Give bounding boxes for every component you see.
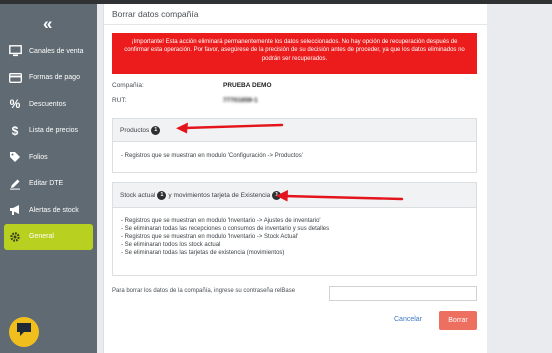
sidebar-item-label: Lista de precios — [29, 127, 79, 135]
sidebar-item-label: Alertas de stock — [29, 206, 79, 214]
stock-description: - Registros que se muestran en modulo 'I… — [113, 208, 476, 257]
productos-header: Productos 1 — [113, 119, 476, 142]
warning-alert: ¡Importante! Esta acción eliminará perma… — [112, 33, 477, 74]
company-label: Compañía: — [112, 82, 144, 89]
cancel-button[interactable]: Cancelar — [394, 316, 422, 323]
dollar-icon: $ — [11, 123, 19, 138]
list-item: - Se eliminaran todas las tarjetas de ex… — [121, 250, 285, 256]
sidebar-item-editar-dte[interactable]: Editar DTE — [0, 171, 97, 198]
sidebar-item-label: Canales de venta — [29, 47, 84, 55]
sidebar-item-descuentos[interactable]: % Descuentos — [0, 91, 97, 118]
rut-value: 77701659-1 — [223, 97, 258, 104]
monitor-icon — [8, 44, 22, 58]
annotation-arrow — [176, 122, 284, 134]
sidebar-item-canales-de-venta[interactable]: Canales de venta — [0, 38, 97, 65]
sidebar-item-folios[interactable]: Folios — [0, 144, 97, 171]
productos-title: Productos — [120, 126, 150, 134]
list-item: - Se eliminaran todos los stock actual — [121, 242, 221, 248]
rut-label: RUT: — [112, 97, 127, 104]
sidebar-item-label: Editar DTE — [29, 180, 64, 188]
stock-title-a: Stock actual — [120, 191, 156, 199]
productos-section: Productos 1 - Registros que se muestran … — [112, 118, 477, 173]
percent-icon: % — [9, 97, 21, 112]
gear-icon — [8, 230, 22, 244]
chat-icon — [16, 322, 32, 342]
list-item: - Registros que se muestran en modulo 'I… — [121, 234, 299, 240]
password-input[interactable] — [329, 286, 477, 301]
delete-company-data-panel: Borrar datos compañía ¡Importante! Esta … — [103, 4, 488, 353]
edit-icon — [8, 177, 22, 191]
tag-icon — [8, 150, 22, 164]
page-title: Borrar datos compañía — [112, 9, 199, 19]
sidebar-item-general[interactable]: General — [4, 223, 93, 250]
company-value: PRUEBA DEMO — [223, 82, 272, 89]
megaphone-icon — [8, 203, 22, 217]
sidebar-item-label: General — [29, 233, 54, 241]
collapse-sidebar-button[interactable]: « — [43, 14, 53, 34]
list-item: - Se eliminaran todas las recepciones o … — [121, 226, 330, 232]
divider — [104, 24, 488, 25]
credit-card-icon — [8, 71, 22, 85]
productos-description: - Registros que se muestran en modulo 'C… — [113, 142, 476, 160]
list-item: - Registros que se muestran en modulo 'I… — [121, 218, 321, 224]
sidebar: « Canales de venta Formas de pago % Desc… — [0, 4, 97, 353]
stock-title-b: y movimientos tarjeta de Existencia — [168, 191, 271, 199]
page-background — [487, 4, 552, 353]
sidebar-nav: Canales de venta Formas de pago % Descue… — [0, 38, 97, 250]
sidebar-item-label: Formas de pago — [29, 74, 80, 82]
list-item: - Registros que se muestran en modulo 'C… — [121, 153, 303, 159]
delete-button[interactable]: Borrar — [439, 311, 477, 330]
sidebar-item-formas-de-pago[interactable]: Formas de pago — [0, 65, 97, 92]
sidebar-item-label: Descuentos — [29, 100, 66, 108]
sidebar-item-label: Folios — [29, 153, 48, 161]
sidebar-item-lista-de-precios[interactable]: $ Lista de precios — [0, 118, 97, 145]
sidebar-item-alertas-de-stock[interactable]: Alertas de stock — [0, 197, 97, 224]
productos-count-badge: 1 — [151, 125, 161, 135]
stock-count-badge: 1 — [157, 190, 167, 200]
password-label: Para borrar los datos de la compañía, in… — [112, 288, 296, 294]
chat-button[interactable] — [9, 317, 39, 347]
annotation-arrow — [276, 190, 404, 202]
